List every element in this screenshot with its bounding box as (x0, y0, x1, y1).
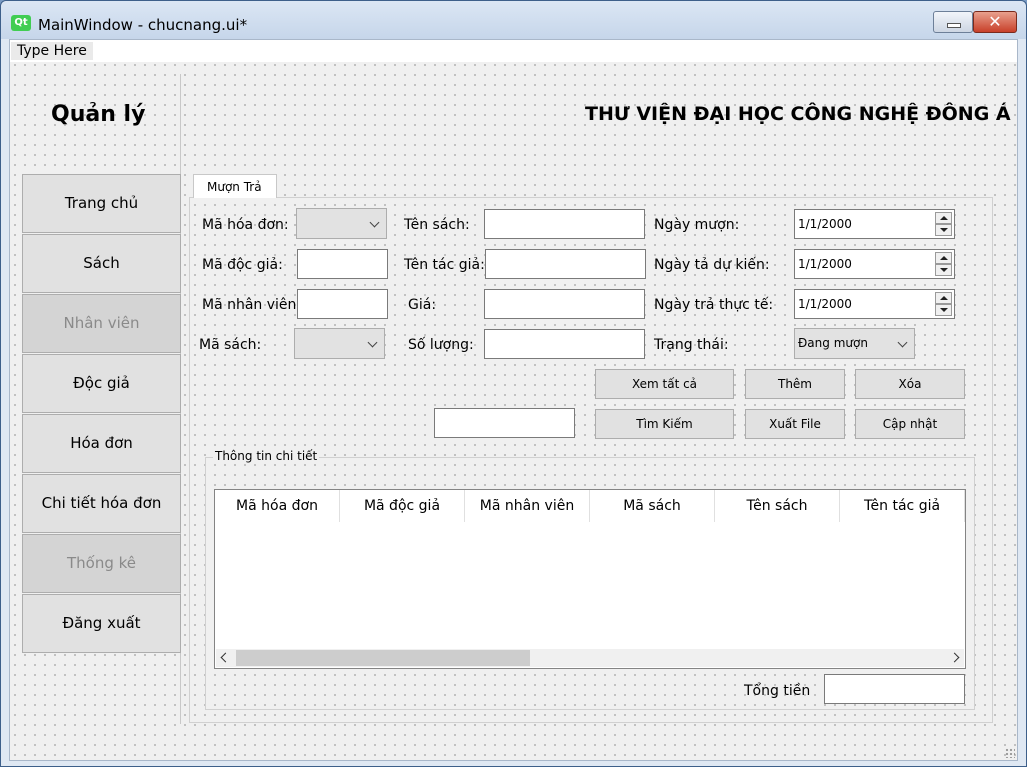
spin-up-icon[interactable] (935, 292, 952, 304)
combo-ma-sach[interactable] (294, 328, 385, 359)
window-title: MainWindow - chucnang.ui* (38, 16, 248, 34)
sidebar-item-readers[interactable]: Độc giả (22, 354, 181, 413)
label-ngay-tra-thuc-te: Ngày trả thực tế: (654, 297, 774, 313)
date-value: 1/1/2000 (798, 257, 852, 271)
update-button[interactable]: Cập nhật (855, 409, 965, 439)
combo-value: Đang mượn (798, 336, 868, 350)
column-header[interactable]: Tên tác giả (840, 490, 965, 522)
menu-type-here[interactable]: Type Here (11, 42, 93, 60)
input-so-luong[interactable] (484, 329, 645, 359)
input-ma-nhan-vien[interactable] (297, 289, 388, 319)
label-trang-thai: Trạng thái: (654, 337, 729, 353)
total-label: Tổng tiền (744, 683, 811, 699)
scroll-right-icon[interactable] (949, 652, 960, 663)
scroll-thumb[interactable] (236, 650, 530, 666)
total-input[interactable] (824, 674, 965, 704)
date-ngay-tra-du-kien[interactable]: 1/1/2000 (794, 249, 955, 279)
column-header[interactable]: Mã sách (590, 490, 715, 522)
spin-up-icon[interactable] (935, 252, 952, 264)
date-ngay-muon[interactable]: 1/1/2000 (794, 209, 955, 239)
sidebar-item-statistics[interactable]: Thống kê (22, 534, 181, 593)
chevron-down-icon (367, 337, 378, 348)
details-table[interactable]: Mã hóa đơn Mã độc giả Mã nhân viên Mã sá… (214, 489, 966, 669)
column-header[interactable]: Tên sách (715, 490, 840, 522)
qt-logo-icon: Qt (11, 15, 31, 31)
central-widget: Type Here Quản lý THƯ VIỆN ĐẠI HỌC CÔNG … (9, 39, 1018, 761)
export-file-button[interactable]: Xuất File (745, 409, 845, 439)
spin-down-icon[interactable] (935, 264, 952, 276)
details-group-title: Thông tin chi tiết (213, 449, 320, 463)
date-ngay-tra-thuc-te[interactable]: 1/1/2000 (794, 289, 955, 319)
spin-up-icon[interactable] (935, 212, 952, 224)
spin-buttons[interactable] (935, 292, 952, 316)
spin-down-icon[interactable] (935, 224, 952, 236)
sidebar-item-books[interactable]: Sách (22, 234, 181, 293)
menu-bar: Type Here (10, 40, 1017, 62)
tab-borrow-return[interactable]: Mượn Trả (193, 174, 277, 198)
label-ma-sach: Mã sách: (199, 337, 262, 353)
date-value: 1/1/2000 (798, 217, 852, 231)
title-bar[interactable]: Qt MainWindow - chucnang.ui* ✕ (1, 1, 1026, 39)
label-ten-sach: Tên sách: (404, 217, 470, 233)
input-ma-doc-gia[interactable] (297, 249, 388, 279)
chevron-down-icon (897, 337, 908, 348)
close-icon: ✕ (988, 12, 1002, 31)
spin-buttons[interactable] (935, 252, 952, 276)
sidebar-item-invoices[interactable]: Hóa đơn (22, 414, 181, 473)
input-ten-sach[interactable] (484, 209, 645, 239)
label-ngay-tra-du-kien: Ngày tả dự kiến: (654, 257, 770, 273)
label-ma-hoa-don: Mã hóa đơn: (202, 217, 289, 233)
sidebar-item-home[interactable]: Trang chủ (22, 174, 181, 233)
resize-grip-icon[interactable] (1005, 748, 1015, 758)
date-value: 1/1/2000 (798, 297, 852, 311)
label-ma-doc-gia: Mã độc giả: (202, 257, 283, 273)
horizontal-scrollbar[interactable] (216, 649, 964, 667)
column-header[interactable]: Mã hóa đơn (215, 490, 340, 522)
label-ngay-muon: Ngày mượn: (654, 217, 740, 233)
column-header[interactable]: Mã nhân viên (465, 490, 590, 522)
column-header[interactable]: Mã độc giả (340, 490, 465, 522)
chevron-down-icon (369, 217, 380, 228)
manage-heading: Quản lý (51, 102, 146, 127)
sidebar-item-invoice-details[interactable]: Chi tiết hóa đơn (22, 474, 181, 533)
view-all-button[interactable]: Xem tất cả (595, 369, 734, 399)
main-window: Qt MainWindow - chucnang.ui* ✕ Type Here… (0, 0, 1027, 767)
label-so-luong: Số lượng: (408, 337, 474, 353)
label-ma-nhan-vien: Mã nhân viên: (202, 297, 302, 313)
input-gia[interactable] (484, 289, 645, 319)
close-button[interactable]: ✕ (973, 11, 1017, 33)
sidebar-item-logout[interactable]: Đăng xuất (22, 594, 181, 653)
spin-down-icon[interactable] (935, 304, 952, 316)
combo-ma-hoa-don[interactable] (296, 208, 387, 239)
input-ten-tac-gia[interactable] (485, 249, 646, 279)
label-ten-tac-gia: Tên tác giả: (404, 257, 485, 273)
spin-buttons[interactable] (935, 212, 952, 236)
add-button[interactable]: Thêm (745, 369, 845, 399)
delete-button[interactable]: Xóa (855, 369, 965, 399)
combo-trang-thai[interactable]: Đang mượn (794, 328, 915, 359)
sidebar-item-staff[interactable]: Nhân viên (22, 294, 181, 353)
search-button[interactable]: Tìm Kiếm (595, 409, 734, 439)
minimize-button[interactable] (933, 11, 973, 33)
search-input[interactable] (434, 408, 575, 438)
library-heading: THƯ VIỆN ĐẠI HỌC CÔNG NGHỆ ĐÔNG Á (585, 103, 1011, 125)
label-gia: Giá: (408, 297, 437, 313)
scroll-left-icon[interactable] (220, 652, 231, 663)
